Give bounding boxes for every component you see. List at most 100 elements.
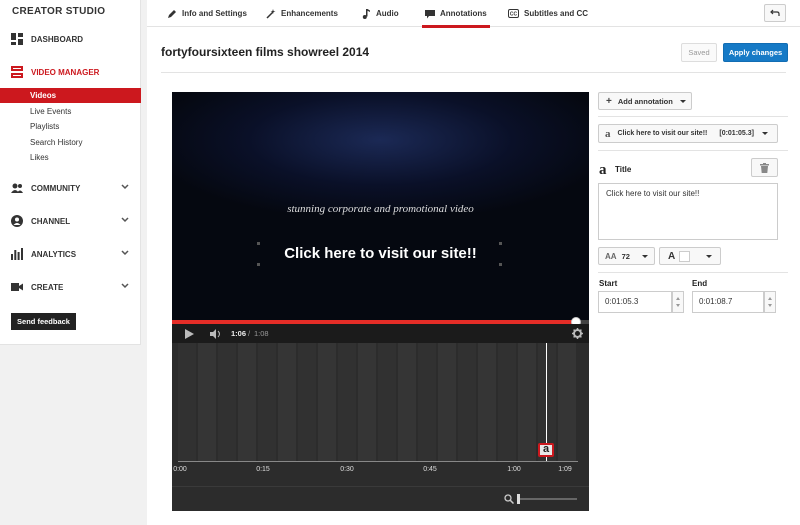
tab-subtitles-label: Subtitles and CC: [524, 9, 589, 18]
add-annotation-label: Add annotation: [617, 96, 673, 106]
sidebar-item-likes[interactable]: Likes: [0, 150, 141, 165]
chevron-down-icon: [679, 99, 686, 103]
nav-community-label: COMMUNITY: [31, 183, 81, 193]
tab-annotations[interactable]: Annotations: [422, 0, 490, 28]
tab-info-settings[interactable]: Info and Settings: [167, 0, 247, 27]
nav-create-label: CREATE: [31, 282, 64, 292]
chevron-down-icon: [641, 254, 648, 258]
undo-arrow-icon: [770, 9, 780, 16]
saved-button[interactable]: Saved: [681, 43, 717, 62]
chevron-down-icon: [121, 250, 129, 256]
end-time-input[interactable]: 0:01:08.7: [692, 291, 764, 313]
divider: [598, 272, 788, 273]
nav-analytics-label: ANALYTICS: [31, 249, 77, 259]
stepper-arrows-icon: [768, 297, 772, 307]
chevron-down-icon: [762, 132, 768, 135]
zoom-slider-handle[interactable]: [517, 494, 520, 504]
tab-bar: Info and Settings Enhancements Audio Ann…: [147, 0, 800, 28]
time-separator: /: [248, 329, 251, 338]
timeline-tick: 0:45: [423, 466, 437, 473]
selected-annotation-time: [0:01:05.3]: [719, 130, 754, 137]
nav-video-manager-label: VIDEO MANAGER: [31, 67, 100, 77]
annotation-type-label: Title: [615, 165, 632, 174]
timeline-axis: [178, 461, 578, 462]
annotation-text-input[interactable]: Click here to visit our site!!: [598, 183, 778, 240]
video-title: fortyfoursixteen films showreel 2014: [161, 45, 370, 59]
sidebar-item-search-history[interactable]: Search History: [0, 135, 141, 150]
add-annotation-button[interactable]: + Add annotation: [598, 92, 692, 110]
stepper-arrows-icon: [676, 297, 680, 307]
timeline-tick: 0:15: [256, 466, 270, 473]
tab-enhancements-label: Enhancements: [281, 9, 338, 18]
nav-dashboard[interactable]: DASHBOARD: [0, 29, 141, 49]
divider: [598, 150, 788, 151]
video-frame: [172, 92, 589, 212]
tab-enhancements[interactable]: Enhancements: [266, 0, 338, 27]
volume-icon[interactable]: [210, 329, 222, 339]
video-manager-icon: [11, 66, 23, 78]
nav-create[interactable]: CREATE: [0, 277, 141, 297]
font-size-dropdown[interactable]: AA 72: [598, 247, 655, 265]
timeline-tick: 0:30: [340, 466, 354, 473]
annotation-overlay-text[interactable]: Click here to visit our site!!: [172, 245, 589, 262]
annotation-selector-dropdown[interactable]: a Click here to visit our site!! [0:01:0…: [598, 124, 778, 143]
resize-handle[interactable]: [257, 263, 260, 266]
zoom-icon: [504, 494, 514, 504]
cc-icon: CC: [508, 9, 519, 18]
divider: [161, 72, 786, 73]
timeline-tick: 1:09: [558, 466, 572, 473]
sidebar-item-playlists[interactable]: Playlists: [0, 119, 141, 134]
gear-icon[interactable]: [572, 328, 583, 339]
tab-audio[interactable]: Audio: [361, 0, 399, 27]
magic-wand-icon: [266, 8, 276, 19]
text-color-icon: A: [668, 250, 676, 262]
title-type-icon: a: [599, 162, 607, 178]
timeline-tick: 0:00: [173, 466, 187, 473]
tab-annotations-label: Annotations: [440, 9, 487, 18]
start-time-input[interactable]: 0:01:05.3: [598, 291, 672, 313]
divider: [598, 116, 788, 117]
dashboard-icon: [11, 33, 23, 45]
nav-community[interactable]: COMMUNITY: [0, 178, 141, 198]
main-content: Info and Settings Enhancements Audio Ann…: [147, 0, 800, 525]
community-icon: [11, 182, 23, 194]
end-time-stepper[interactable]: [764, 291, 776, 313]
nav-video-manager[interactable]: VIDEO MANAGER: [0, 62, 141, 82]
annotation-type-icon: a: [605, 127, 611, 140]
back-button[interactable]: [764, 4, 786, 22]
speech-bubble-icon: [425, 9, 435, 18]
tab-subtitles[interactable]: CC Subtitles and CC: [508, 0, 588, 27]
selected-annotation-text: Click here to visit our site!!: [617, 130, 708, 137]
annotation-timeline[interactable]: a 0:00 0:15 0:30 0:45 1:00 1:09: [172, 343, 589, 511]
current-time: 1:06: [231, 329, 247, 338]
chevron-down-icon: [121, 184, 129, 190]
music-note-icon: [362, 8, 370, 19]
nav-channel[interactable]: CHANNEL: [0, 211, 141, 231]
start-label: Start: [599, 279, 618, 288]
chevron-down-icon: [706, 254, 713, 258]
annotation-marker[interactable]: a: [538, 443, 554, 457]
analytics-icon: [11, 248, 23, 260]
delete-annotation-button[interactable]: [751, 158, 778, 177]
tab-audio-label: Audio: [376, 9, 399, 18]
play-icon[interactable]: [185, 329, 194, 339]
font-size-icon: AA: [605, 251, 617, 261]
video-player[interactable]: stunning corporate and promotional video…: [172, 92, 589, 343]
timeline-track: [178, 343, 578, 461]
sidebar-item-videos[interactable]: Videos: [0, 88, 141, 103]
start-time-stepper[interactable]: [672, 291, 684, 313]
zoom-slider[interactable]: [517, 498, 577, 500]
plus-icon: +: [606, 95, 612, 107]
send-feedback-button[interactable]: Send feedback: [11, 313, 76, 330]
font-size-value: 72: [621, 251, 630, 261]
resize-handle[interactable]: [499, 263, 502, 266]
chevron-down-icon: [121, 217, 129, 223]
nav-analytics[interactable]: ANALYTICS: [0, 244, 141, 264]
channel-icon: [11, 215, 23, 227]
sidebar-item-live-events[interactable]: Live Events: [0, 104, 141, 119]
apply-changes-button[interactable]: Apply changes: [723, 43, 788, 62]
timeline-tick: 1:00: [507, 466, 521, 473]
text-color-dropdown[interactable]: A: [659, 247, 721, 265]
timeline-zoom-row: [172, 486, 589, 511]
duration: 1:08: [254, 329, 269, 338]
